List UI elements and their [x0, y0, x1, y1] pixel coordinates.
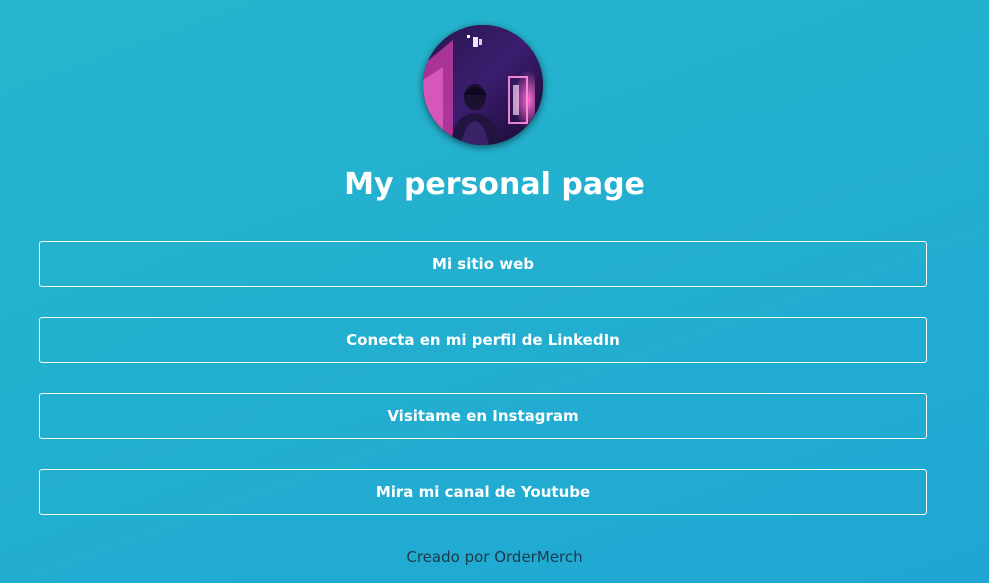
avatar [423, 25, 543, 145]
instagram-link-button[interactable]: Visitame en Instagram [39, 393, 927, 439]
avatar-photo [423, 25, 543, 145]
website-link-button[interactable]: Mi sitio web [39, 241, 927, 287]
youtube-link-button[interactable]: Mira mi canal de Youtube [39, 469, 927, 515]
footer-credit: Creado por OrderMerch [406, 548, 583, 566]
page-title: My personal page [344, 167, 645, 202]
linkedin-link-button[interactable]: Conecta en mi perfil de LinkedIn [39, 317, 927, 363]
link-list: Mi sitio web Conecta en mi perfil de Lin… [39, 241, 927, 545]
